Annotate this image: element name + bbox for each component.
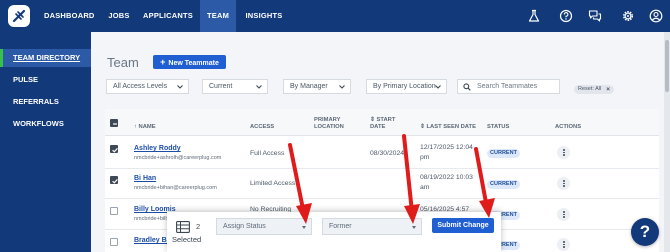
annotation-arrows	[288, 134, 495, 224]
annotation-arrow	[474, 147, 495, 218]
annotation-arrow	[288, 143, 312, 224]
annotation-arrow	[402, 134, 420, 224]
